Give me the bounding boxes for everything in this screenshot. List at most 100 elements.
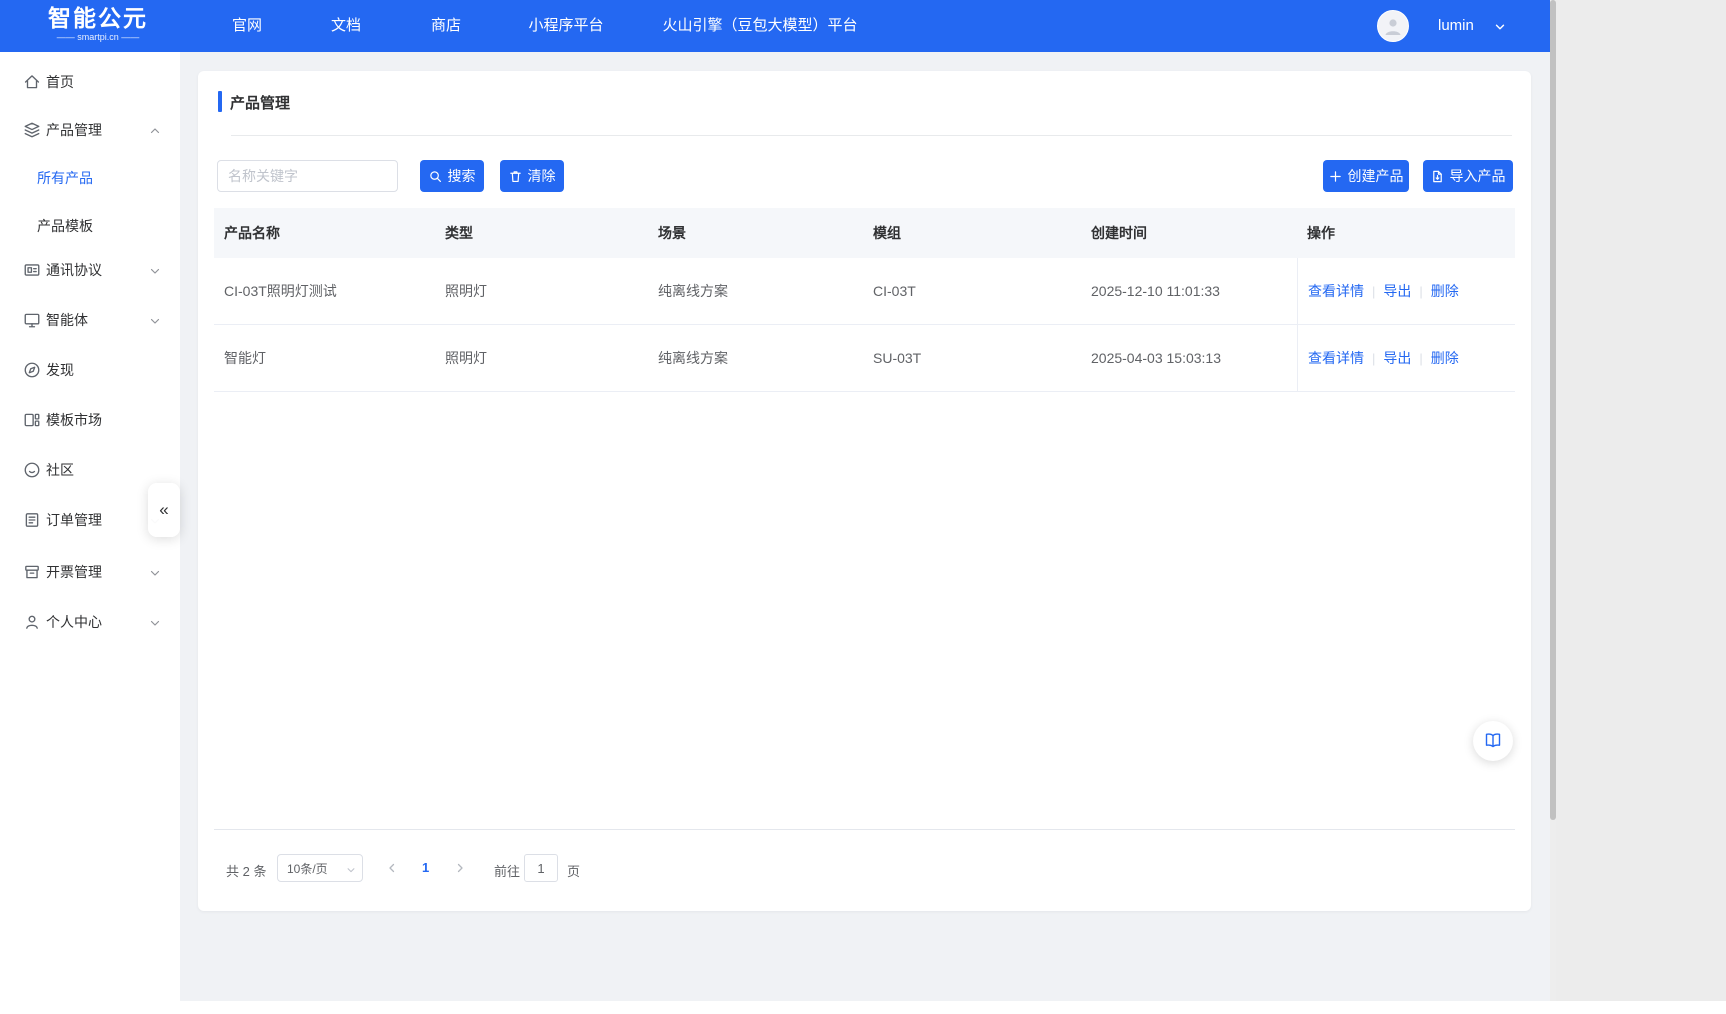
user-avatar-icon[interactable] (1377, 10, 1409, 42)
screen: 智能公元 —— smartpi.cn —— 官网 文档 商店 小程序平台 火山引… (0, 0, 1726, 1014)
nav-official-site[interactable]: 官网 (232, 0, 262, 52)
action-separator: | (1419, 284, 1422, 299)
cell-product-name: 智能灯 (214, 348, 435, 368)
user-menu-chevron-down-icon[interactable] (1494, 20, 1506, 38)
sidebar-collapse-button[interactable]: « (148, 483, 180, 537)
title-accent-bar (218, 91, 222, 112)
app-viewport: 智能公元 —— smartpi.cn —— 官网 文档 商店 小程序平台 火山引… (0, 0, 1556, 1001)
table-row: 智能灯 照明灯 纯离线方案 SU-03T 2025-04-03 15:03:13… (214, 325, 1515, 392)
column-header-scene: 场景 (648, 223, 863, 243)
search-button[interactable]: 搜索 (420, 160, 484, 192)
export-link[interactable]: 导出 (1383, 348, 1411, 368)
chevron-down-icon (149, 566, 161, 578)
nav-volcengine-platform[interactable]: 火山引擎（豆包大模型）平台 (662, 0, 857, 52)
import-product-button[interactable]: 导入产品 (1423, 160, 1513, 192)
user-icon (23, 613, 41, 631)
view-details-link[interactable]: 查看详情 (1308, 281, 1364, 301)
column-header-actions: 操作 (1297, 208, 1515, 258)
sidebar-item-personal-center[interactable]: 个人中心 (0, 598, 180, 646)
sidebar-item-label: 产品管理 (46, 120, 102, 140)
username-label[interactable]: lumin (1438, 0, 1474, 52)
column-header-created: 创建时间 (1081, 223, 1297, 243)
cell-type: 照明灯 (435, 281, 648, 301)
plus-icon (1329, 170, 1342, 183)
pagination-divider (214, 829, 1515, 830)
view-details-link[interactable]: 查看详情 (1308, 348, 1364, 368)
compass-icon (23, 361, 41, 379)
goto-page-input[interactable] (524, 854, 558, 882)
invoice-box-icon (23, 563, 41, 581)
brand-logo[interactable]: 智能公元 —— smartpi.cn —— (38, 5, 158, 43)
sidebar-item-template-market[interactable]: 模板市场 (0, 396, 180, 444)
help-docs-floating-button[interactable] (1473, 721, 1513, 761)
sidebar-item-label: 产品模板 (37, 216, 93, 236)
column-header-module: 模组 (863, 223, 1081, 243)
sidebar-item-product-templates[interactable]: 产品模板 (0, 202, 180, 250)
cell-product-name: CI-03T照明灯测试 (214, 281, 435, 301)
nav-miniprogram-platform[interactable]: 小程序平台 (528, 0, 603, 52)
prev-page-chevron-left-icon[interactable] (386, 862, 398, 877)
sidebar-item-discover[interactable]: 发现 (0, 346, 180, 394)
pagination: 共 2 条 10条/页 1 前往 页 (198, 854, 1499, 882)
sidebar-item-label: 订单管理 (46, 510, 102, 530)
sidebar-item-agent[interactable]: 智能体 (0, 296, 180, 344)
search-input[interactable] (217, 160, 398, 192)
content-card: 产品管理 搜索 清除 创建产品 导入产品 产品 (198, 71, 1531, 911)
current-page-number[interactable]: 1 (422, 860, 429, 875)
sidebar-item-label: 开票管理 (46, 562, 102, 582)
sidebar-item-invoice-management[interactable]: 开票管理 (0, 548, 180, 596)
chevron-down-icon (149, 314, 161, 326)
action-separator: | (1372, 284, 1375, 299)
sidebar-item-product-management[interactable]: 产品管理 (0, 106, 180, 154)
page-title: 产品管理 (230, 92, 290, 113)
sidebar-item-label: 智能体 (46, 310, 88, 330)
chevron-down-icon (149, 616, 161, 628)
next-page-chevron-right-icon[interactable] (454, 862, 466, 877)
sidebar-item-all-products[interactable]: 所有产品 (0, 154, 180, 202)
brand-title: 智能公元 (38, 5, 158, 31)
column-header-type: 类型 (435, 223, 648, 243)
sidebar-item-label: 社区 (46, 460, 74, 480)
cell-module: CI-03T (863, 283, 1081, 299)
brand-subtitle: —— smartpi.cn —— (38, 31, 158, 43)
clear-button[interactable]: 清除 (500, 160, 564, 192)
trash-icon (509, 170, 522, 183)
protocol-card-icon (23, 261, 41, 279)
bottom-background (0, 1001, 1726, 1014)
sidebar-item-label: 通讯协议 (46, 260, 102, 280)
top-header: 智能公元 —— smartpi.cn —— 官网 文档 商店 小程序平台 火山引… (0, 0, 1550, 52)
template-market-icon (23, 411, 41, 429)
create-product-label: 创建产品 (1348, 166, 1404, 186)
clear-button-label: 清除 (528, 166, 556, 186)
delete-link[interactable]: 删除 (1431, 281, 1459, 301)
search-button-label: 搜索 (448, 166, 476, 186)
column-header-name: 产品名称 (214, 223, 435, 243)
import-file-icon (1431, 170, 1444, 183)
sidebar-item-label: 首页 (46, 72, 74, 92)
chevron-down-icon (149, 264, 161, 276)
sidebar-item-home[interactable]: 首页 (0, 58, 180, 106)
nav-shop[interactable]: 商店 (431, 0, 461, 52)
create-product-button[interactable]: 创建产品 (1323, 160, 1409, 192)
page-size-select[interactable]: 10条/页 (277, 854, 363, 882)
action-separator: | (1372, 351, 1375, 366)
sidebar-item-communication-protocol[interactable]: 通讯协议 (0, 246, 180, 294)
sidebar-item-label: 个人中心 (46, 612, 102, 632)
goto-page-prefix: 前往 (494, 861, 520, 880)
layers-icon (23, 121, 41, 139)
pagination-total: 共 2 条 (226, 861, 266, 880)
cell-scene: 纯离线方案 (648, 281, 863, 301)
import-product-label: 导入产品 (1450, 166, 1506, 186)
export-link[interactable]: 导出 (1383, 281, 1411, 301)
monitor-icon (23, 311, 41, 329)
page-size-value: 10条/页 (287, 860, 328, 877)
cell-actions: 查看详情 | 导出 | 删除 (1297, 325, 1515, 391)
right-background (1556, 0, 1726, 1001)
sidebar-item-label: 所有产品 (37, 168, 93, 188)
cell-created-time: 2025-04-03 15:03:13 (1081, 350, 1297, 366)
delete-link[interactable]: 删除 (1431, 348, 1459, 368)
table-header-row: 产品名称 类型 场景 模组 创建时间 操作 (214, 208, 1515, 258)
nav-docs[interactable]: 文档 (331, 0, 361, 52)
cell-scene: 纯离线方案 (648, 348, 863, 368)
chevron-down-icon (346, 864, 356, 878)
